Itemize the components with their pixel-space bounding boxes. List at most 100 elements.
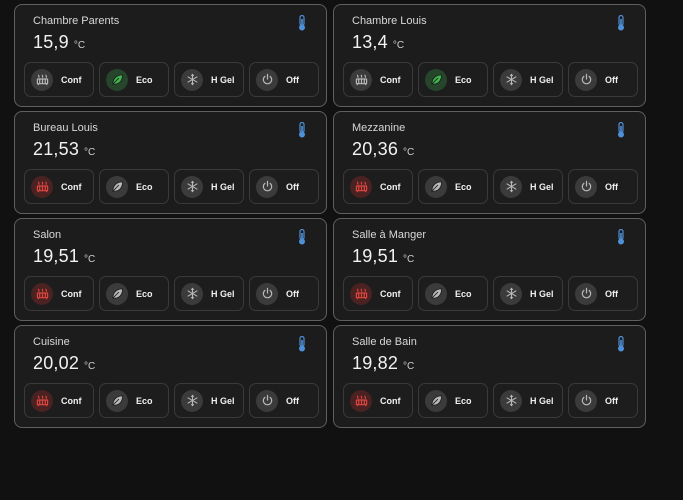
temperature-value: 19,82 bbox=[352, 353, 399, 373]
power-icon bbox=[575, 389, 597, 412]
mode-button-hgel[interactable]: H Gel bbox=[493, 276, 563, 311]
mode-button-off[interactable]: Off bbox=[249, 62, 319, 97]
mode-label: H Gel bbox=[211, 288, 235, 299]
mode-button-off[interactable]: Off bbox=[249, 383, 319, 418]
mode-label: H Gel bbox=[530, 288, 554, 299]
mode-button-eco[interactable]: Eco bbox=[99, 62, 169, 97]
snowflake-icon bbox=[181, 68, 203, 91]
mode-label: Eco bbox=[136, 181, 153, 192]
mode-button-eco[interactable]: Eco bbox=[418, 62, 488, 97]
mode-button-eco[interactable]: Eco bbox=[418, 383, 488, 418]
mode-label: Conf bbox=[61, 395, 82, 406]
power-icon bbox=[256, 282, 278, 305]
mode-selector: Conf Eco H Gel Off bbox=[24, 383, 319, 418]
snowflake-icon bbox=[500, 175, 522, 198]
mode-button-eco[interactable]: Eco bbox=[99, 276, 169, 311]
mode-button-hgel[interactable]: H Gel bbox=[174, 169, 244, 204]
mode-label: Off bbox=[605, 181, 618, 192]
mode-button-off[interactable]: Off bbox=[568, 62, 638, 97]
mode-label: Off bbox=[286, 395, 299, 406]
current-temperature: 20,36 °C bbox=[352, 139, 414, 160]
temperature-unit: °C bbox=[73, 40, 86, 51]
leaf-icon bbox=[425, 68, 447, 91]
temperature-value: 19,51 bbox=[33, 246, 80, 266]
mode-selector: Conf Eco H Gel Off bbox=[343, 62, 638, 97]
room-name: Chambre Parents bbox=[33, 15, 120, 27]
mode-button-off[interactable]: Off bbox=[249, 169, 319, 204]
mode-button-conf[interactable]: Conf bbox=[343, 169, 413, 204]
thermometer-icon[interactable] bbox=[616, 122, 626, 138]
mode-selector: Conf Eco H Gel Off bbox=[343, 276, 638, 311]
mode-label: Eco bbox=[455, 395, 472, 406]
mode-label: Off bbox=[286, 74, 299, 85]
mode-button-hgel[interactable]: H Gel bbox=[174, 383, 244, 418]
mode-label: Conf bbox=[380, 395, 401, 406]
thermometer-icon[interactable] bbox=[297, 122, 307, 138]
mode-button-eco[interactable]: Eco bbox=[99, 383, 169, 418]
mode-label: Eco bbox=[136, 74, 153, 85]
temperature-unit: °C bbox=[84, 147, 96, 158]
temperature-value: 19,51 bbox=[352, 246, 399, 266]
mode-button-conf[interactable]: Conf bbox=[343, 383, 413, 418]
room-card: Bureau Louis 21,53 °C Conf Eco H Gel Off bbox=[14, 111, 327, 214]
heater-icon bbox=[350, 389, 372, 412]
mode-button-eco[interactable]: Eco bbox=[99, 169, 169, 204]
mode-button-hgel[interactable]: H Gel bbox=[174, 276, 244, 311]
temperature-value: 15,9 bbox=[33, 32, 69, 52]
mode-label: Conf bbox=[61, 288, 82, 299]
mode-label: Eco bbox=[455, 181, 472, 192]
mode-button-conf[interactable]: Conf bbox=[24, 276, 94, 311]
heater-icon bbox=[350, 282, 372, 305]
mode-selector: Conf Eco H Gel Off bbox=[343, 169, 638, 204]
leaf-icon bbox=[106, 68, 128, 91]
mode-button-hgel[interactable]: H Gel bbox=[493, 62, 563, 97]
power-icon bbox=[575, 175, 597, 198]
mode-button-eco[interactable]: Eco bbox=[418, 276, 488, 311]
mode-button-eco[interactable]: Eco bbox=[418, 169, 488, 204]
leaf-icon bbox=[106, 282, 128, 305]
mode-button-off[interactable]: Off bbox=[249, 276, 319, 311]
room-name: Cuisine bbox=[33, 336, 70, 348]
temperature-unit: °C bbox=[403, 254, 415, 265]
mode-label: H Gel bbox=[530, 74, 554, 85]
mode-button-hgel[interactable]: H Gel bbox=[493, 383, 563, 418]
room-card: Salle de Bain 19,82 °C Conf Eco H Gel Of… bbox=[333, 325, 646, 428]
mode-button-conf[interactable]: Conf bbox=[343, 62, 413, 97]
mode-button-hgel[interactable]: H Gel bbox=[493, 169, 563, 204]
leaf-icon bbox=[425, 282, 447, 305]
mode-selector: Conf Eco H Gel Off bbox=[24, 169, 319, 204]
thermometer-icon[interactable] bbox=[297, 15, 307, 31]
temperature-unit: °C bbox=[392, 40, 405, 51]
mode-label: H Gel bbox=[211, 181, 235, 192]
snowflake-icon bbox=[181, 175, 203, 198]
mode-label: H Gel bbox=[530, 181, 554, 192]
room-name: Salon bbox=[33, 229, 62, 241]
mode-label: Eco bbox=[455, 288, 472, 299]
room-name: Salle à Manger bbox=[352, 229, 426, 241]
thermostat-grid: Chambre Parents 15,9 °C Conf Eco H Gel O… bbox=[14, 4, 646, 428]
mode-label: Off bbox=[605, 395, 618, 406]
heater-icon bbox=[350, 68, 372, 91]
temperature-unit: °C bbox=[403, 361, 415, 372]
mode-selector: Conf Eco H Gel Off bbox=[343, 383, 638, 418]
mode-button-off[interactable]: Off bbox=[568, 383, 638, 418]
mode-button-conf[interactable]: Conf bbox=[24, 383, 94, 418]
temperature-unit: °C bbox=[84, 361, 96, 372]
thermometer-icon[interactable] bbox=[616, 336, 626, 352]
mode-label: H Gel bbox=[211, 395, 235, 406]
mode-button-hgel[interactable]: H Gel bbox=[174, 62, 244, 97]
mode-button-conf[interactable]: Conf bbox=[24, 62, 94, 97]
snowflake-icon bbox=[500, 389, 522, 412]
mode-selector: Conf Eco H Gel Off bbox=[24, 276, 319, 311]
mode-button-conf[interactable]: Conf bbox=[24, 169, 94, 204]
temperature-value: 20,02 bbox=[33, 353, 80, 373]
temperature-unit: °C bbox=[84, 254, 96, 265]
mode-button-off[interactable]: Off bbox=[568, 169, 638, 204]
thermometer-icon[interactable] bbox=[297, 336, 307, 352]
thermometer-icon[interactable] bbox=[297, 229, 307, 245]
thermometer-icon[interactable] bbox=[616, 229, 626, 245]
mode-button-conf[interactable]: Conf bbox=[343, 276, 413, 311]
thermometer-icon[interactable] bbox=[616, 15, 626, 31]
heater-icon bbox=[350, 175, 372, 198]
mode-button-off[interactable]: Off bbox=[568, 276, 638, 311]
